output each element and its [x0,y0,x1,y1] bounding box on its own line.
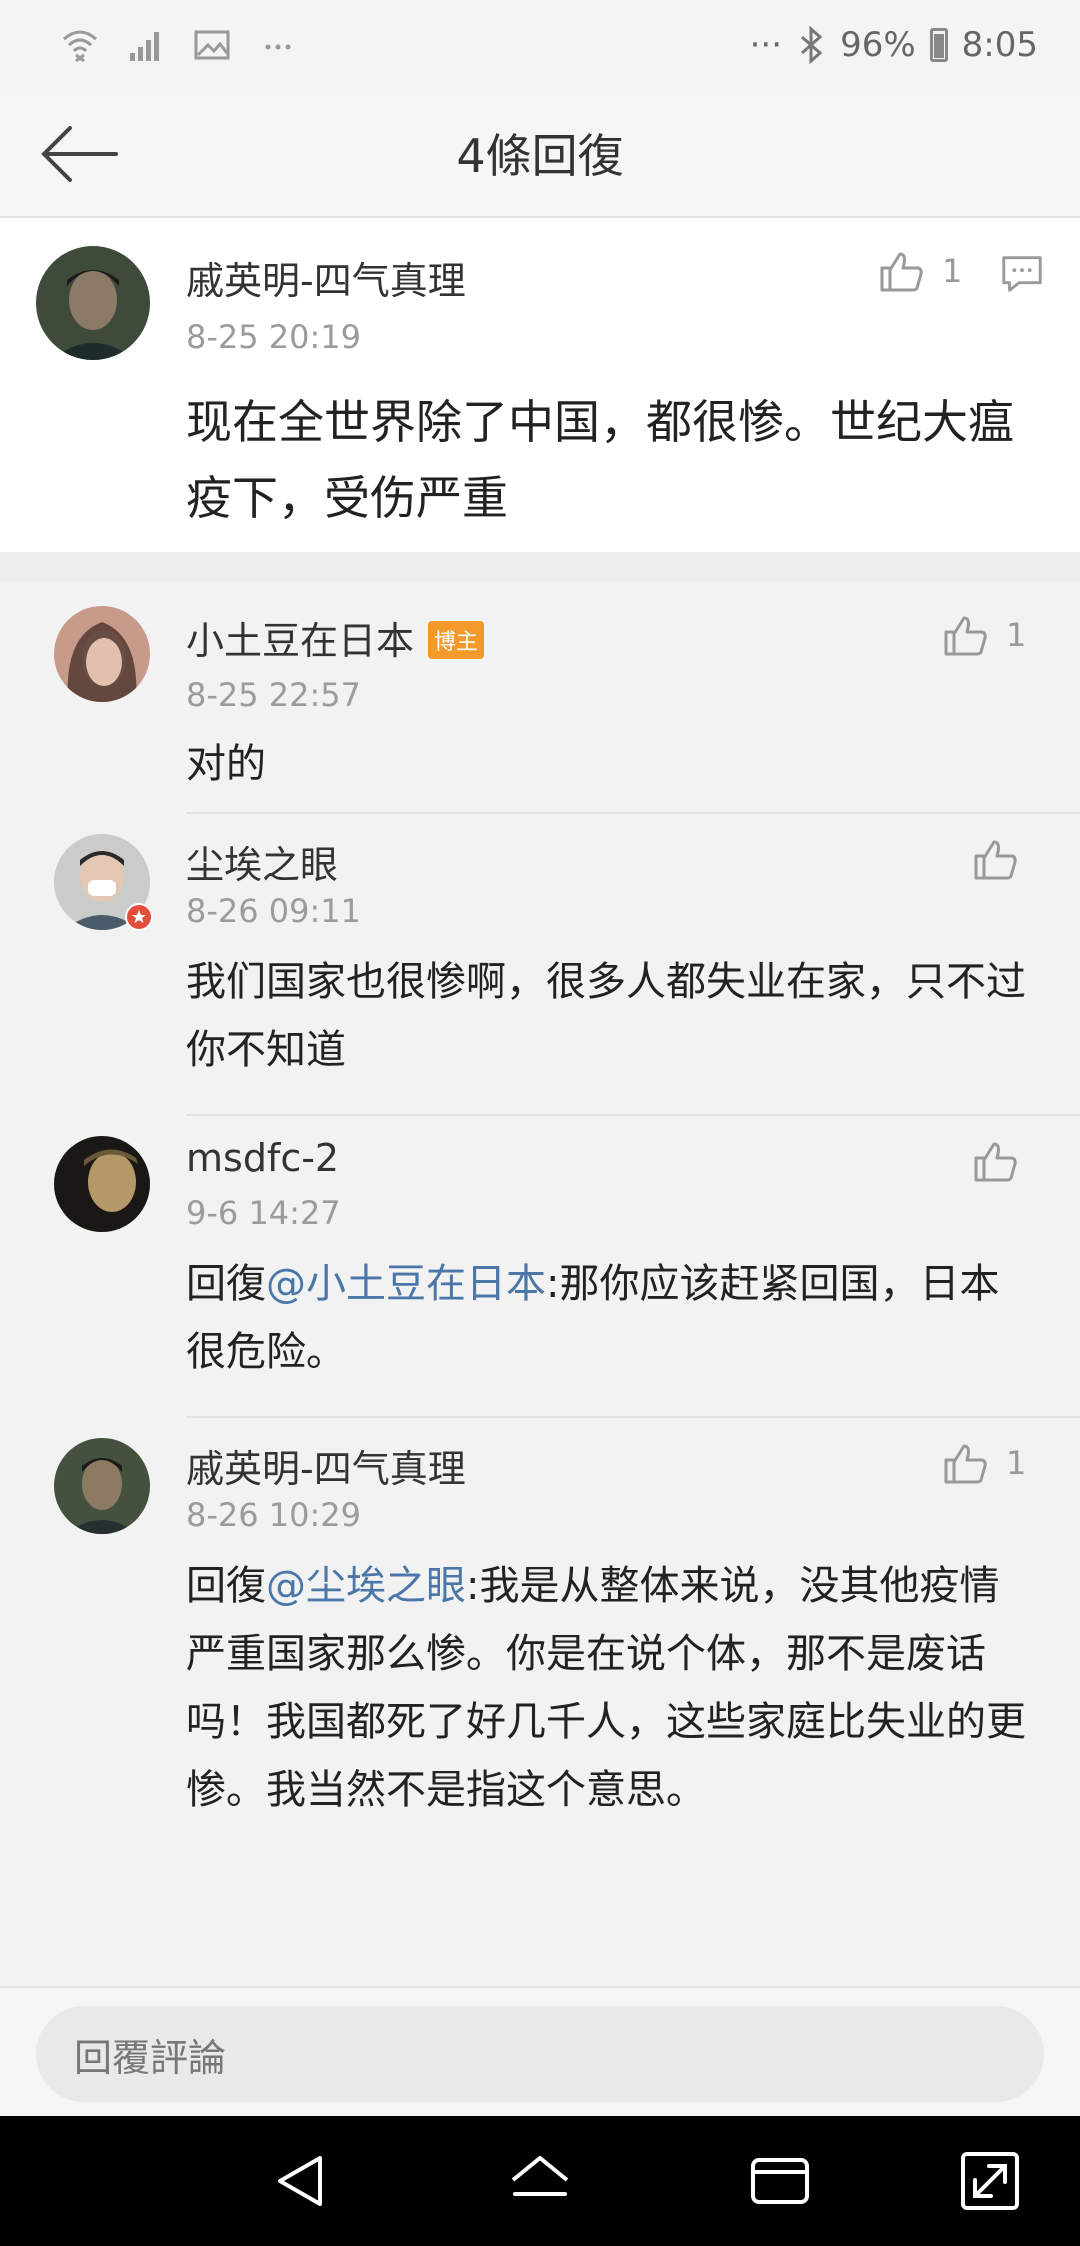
timestamp: 9-6 14:27 [186,1194,341,1232]
like-button[interactable] [970,834,1020,884]
like-count: 1 [1006,616,1027,654]
nav-recents-icon[interactable] [745,2146,815,2216]
thumbs-up-icon [944,616,987,656]
reply-text: 回復@尘埃之眼:我是从整体来说，没其他疫情严重国家那么惨。你是在说个体，那不是废… [186,1552,1036,1824]
status-bar: ··· 96% 8:05 [0,0,1080,90]
mention-link[interactable]: @尘埃之眼 [266,1563,466,1609]
wifi-icon [63,30,97,63]
reply-text: 我们国家也很惨啊，很多人都失业在家，只不过你不知道 [186,959,1026,1073]
timestamp: 8-25 20:19 [186,318,362,356]
timestamp: 8-26 09:11 [186,892,362,930]
system-nav-bar [0,2116,1080,2246]
thumbs-up-icon [944,1444,987,1484]
verified-badge-icon [125,903,153,931]
mention-link[interactable]: @小土豆在日本 [266,1261,546,1307]
reply-prefix: 回復 [186,1261,266,1307]
list-item: 小土豆在日本 博主 8-25 22:57 1 对的 [0,582,1080,814]
comment-text: 现在全世界除了中国，都很惨。世纪大瘟疫下，受伤严重 [186,395,1014,525]
comment-icon[interactable] [998,250,1046,298]
nav-expand-icon[interactable] [955,2146,1025,2216]
avatar[interactable] [54,1136,150,1232]
page-title: 4條回復 [456,129,624,183]
nav-home-icon[interactable] [505,2146,575,2216]
list-item: 戚英明-四气真理 8-26 10:29 1 回復@尘埃之眼:我是从整体来说，没其… [0,1418,1080,1838]
thumbs-up-icon [974,840,1017,880]
reply-username[interactable]: 小土豆在日本 [186,619,414,663]
more-icon [265,44,291,50]
bluetooth-icon [801,25,823,65]
list-item: msdfc-2 9-6 14:27 回復@小土豆在日本:那你应该赶紧回国，日本很… [0,1116,1080,1418]
image-icon [194,30,230,60]
main-comment: 戚英明-四气真理 8-25 20:19 1 现在全世界除了中国，都很惨。世纪大瘟… [0,220,1080,552]
like-button[interactable]: 1 [940,1438,1026,1488]
list-item: 尘埃之眼 8-26 09:11 我们国家也很惨啊，很多人都失业在家，只不过你不知… [0,814,1080,1116]
avatar[interactable] [54,834,153,931]
avatar[interactable] [54,1438,150,1534]
avatar[interactable] [54,606,150,702]
like-button[interactable]: 1 [876,246,962,296]
avatar[interactable] [36,246,150,360]
reply-input-area: 回覆評論 [0,1986,1080,2116]
blogger-badge: 博主 [428,620,485,659]
status-right: ··· 96% 8:05 [750,22,1038,68]
username[interactable]: msdfc-2 [186,1136,339,1180]
status-left [60,22,298,68]
thumbs-up-icon [880,252,923,292]
status-dots: ··· [749,25,783,65]
battery-icon [929,28,948,62]
thumbs-up-icon [974,1142,1017,1182]
username[interactable]: 戚英明-四气真理 [186,1438,466,1493]
like-count: 1 [942,252,963,290]
reply-prefix: 回復 [186,1563,266,1609]
like-button[interactable] [970,1136,1020,1186]
reply-text: 回復@小土豆在日本:那你应该赶紧回国，日本很危险。 [186,1250,1026,1386]
username[interactable]: 戚英明-四气真理 [186,250,466,305]
signal-icon [130,32,159,61]
timestamp: 8-25 22:57 [186,676,362,714]
like-button[interactable]: 1 [940,610,1026,660]
like-count: 1 [1006,1444,1027,1482]
replies-list: 小土豆在日本 博主 8-25 22:57 1 对的 尘埃之眼 8-26 09:1… [0,582,1080,1986]
reply-input[interactable]: 回覆評論 [36,2006,1044,2102]
status-time: 8:05 [961,25,1038,65]
header: 4條回復 [0,90,1080,218]
username[interactable]: 尘埃之眼 [186,834,338,889]
battery-percent: 96% [840,25,916,65]
section-divider [0,552,1080,582]
reply-text: 对的 [186,741,266,787]
username[interactable]: 小土豆在日本 博主 [186,610,485,665]
timestamp: 8-26 10:29 [186,1496,362,1534]
nav-back-icon[interactable] [266,2146,336,2216]
